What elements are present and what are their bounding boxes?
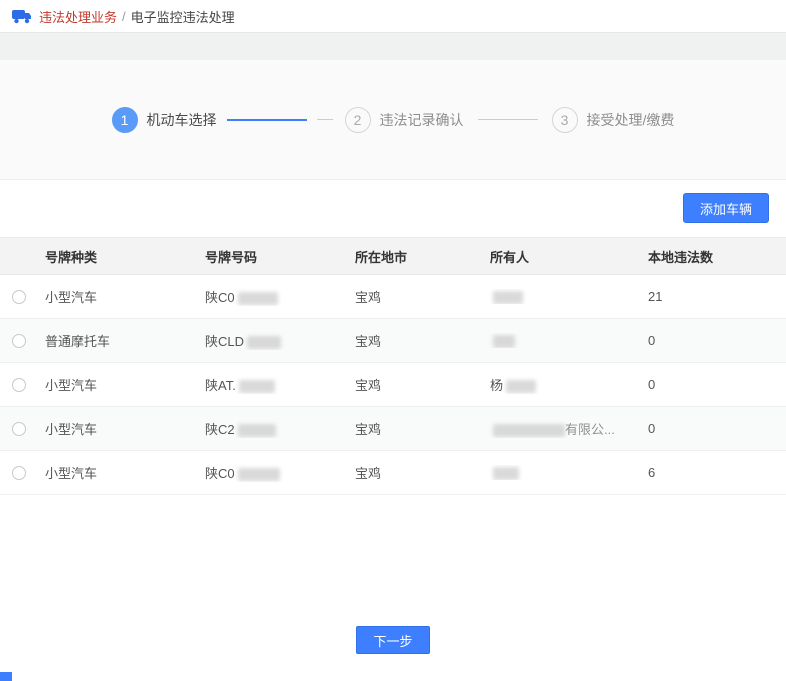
owner bbox=[485, 333, 643, 348]
stepper: 1 机动车选择 2 违法记录确认 3 接受处理/缴费 bbox=[0, 60, 786, 180]
violation-count: 0 bbox=[643, 421, 786, 436]
plate-type: 小型汽车 bbox=[40, 287, 200, 306]
step-connector-gap bbox=[317, 119, 333, 120]
plate-prefix: 陕C0 bbox=[205, 290, 235, 305]
plate-number: 陕AT. bbox=[200, 375, 350, 394]
city: 宝鸡 bbox=[350, 419, 485, 438]
plate-prefix: 陕CLD bbox=[205, 334, 244, 349]
header-plate-number: 号牌号码 bbox=[200, 247, 350, 266]
step-connector-active bbox=[227, 119, 307, 121]
owner bbox=[485, 289, 643, 304]
truck-icon bbox=[12, 9, 32, 24]
breadcrumb-separator: / bbox=[122, 9, 126, 24]
vehicle-radio[interactable] bbox=[12, 334, 26, 348]
violation-count: 0 bbox=[643, 333, 786, 348]
step-2-circle: 2 bbox=[345, 107, 371, 133]
table-row: 小型汽车 陕C0 宝鸡 21 bbox=[0, 275, 786, 319]
table-toolbar: 添加车辆 bbox=[0, 180, 786, 237]
step-violation-confirm: 2 违法记录确认 bbox=[345, 107, 464, 133]
owner-suffix: 有限公... bbox=[565, 422, 615, 437]
corner-decoration bbox=[0, 672, 12, 681]
plate-number: 陕CLD bbox=[200, 331, 350, 350]
violation-count: 6 bbox=[643, 465, 786, 480]
redacted-blur bbox=[238, 468, 280, 481]
table-header-row: 号牌种类 号牌号码 所在地市 所有人 本地违法数 bbox=[0, 237, 786, 275]
plate-type: 小型汽车 bbox=[40, 463, 200, 482]
owner: 有限公... bbox=[485, 419, 643, 438]
plate-type: 小型汽车 bbox=[40, 375, 200, 394]
vehicle-radio[interactable] bbox=[12, 466, 26, 480]
footer: 下一步 bbox=[0, 626, 786, 654]
plate-prefix: 陕C2 bbox=[205, 422, 235, 437]
redacted-blur bbox=[493, 291, 523, 304]
table-row: 小型汽车 陕C2 宝鸡 有限公... 0 bbox=[0, 407, 786, 451]
redacted-blur bbox=[247, 336, 281, 349]
plate-number: 陕C2 bbox=[200, 419, 350, 438]
plate-number: 陕C0 bbox=[200, 287, 350, 306]
redacted-blur bbox=[506, 380, 536, 393]
redacted-blur bbox=[493, 467, 519, 480]
step-3-label: 接受处理/缴费 bbox=[587, 110, 675, 130]
spacer-strip bbox=[0, 33, 786, 60]
redacted-blur bbox=[493, 424, 565, 437]
step-payment: 3 接受处理/缴费 bbox=[552, 107, 675, 133]
step-connector bbox=[478, 119, 538, 120]
vehicle-radio[interactable] bbox=[12, 422, 26, 436]
city: 宝鸡 bbox=[350, 375, 485, 394]
plate-type: 普通摩托车 bbox=[40, 331, 200, 350]
plate-prefix: 陕C0 bbox=[205, 466, 235, 481]
redacted-blur bbox=[239, 380, 275, 393]
redacted-blur bbox=[493, 335, 515, 348]
city: 宝鸡 bbox=[350, 287, 485, 306]
table-row: 普通摩托车 陕CLD 宝鸡 0 bbox=[0, 319, 786, 363]
redacted-blur bbox=[238, 292, 278, 305]
owner: 杨 bbox=[485, 375, 643, 394]
breadcrumb-section[interactable]: 违法处理业务 bbox=[39, 7, 117, 26]
header-plate-type: 号牌种类 bbox=[40, 247, 200, 266]
breadcrumb-page: 电子监控违法处理 bbox=[131, 7, 235, 26]
step-3-circle: 3 bbox=[552, 107, 578, 133]
step-vehicle-select: 1 机动车选择 bbox=[112, 107, 217, 133]
breadcrumb-bar: 违法处理业务 / 电子监控违法处理 bbox=[0, 0, 786, 33]
vehicle-table: 号牌种类 号牌号码 所在地市 所有人 本地违法数 小型汽车 陕C0 宝鸡 21 … bbox=[0, 237, 786, 495]
plate-prefix: 陕AT. bbox=[205, 378, 236, 393]
next-step-button[interactable]: 下一步 bbox=[356, 626, 430, 654]
table-row: 小型汽车 陕AT. 宝鸡 杨 0 bbox=[0, 363, 786, 407]
plate-number: 陕C0 bbox=[200, 463, 350, 482]
header-violations: 本地违法数 bbox=[643, 247, 786, 266]
header-owner: 所有人 bbox=[485, 247, 643, 266]
step-2-label: 违法记录确认 bbox=[380, 110, 464, 130]
violation-count: 21 bbox=[643, 289, 786, 304]
vehicle-radio[interactable] bbox=[12, 378, 26, 392]
owner-prefix: 杨 bbox=[490, 378, 503, 393]
plate-type: 小型汽车 bbox=[40, 419, 200, 438]
add-vehicle-button[interactable]: 添加车辆 bbox=[683, 193, 769, 223]
step-1-label: 机动车选择 bbox=[147, 110, 217, 130]
header-city: 所在地市 bbox=[350, 247, 485, 266]
vehicle-radio[interactable] bbox=[12, 290, 26, 304]
violation-count: 0 bbox=[643, 377, 786, 392]
owner bbox=[485, 465, 643, 480]
city: 宝鸡 bbox=[350, 331, 485, 350]
city: 宝鸡 bbox=[350, 463, 485, 482]
step-1-circle: 1 bbox=[112, 107, 138, 133]
table-row: 小型汽车 陕C0 宝鸡 6 bbox=[0, 451, 786, 495]
redacted-blur bbox=[238, 424, 276, 437]
